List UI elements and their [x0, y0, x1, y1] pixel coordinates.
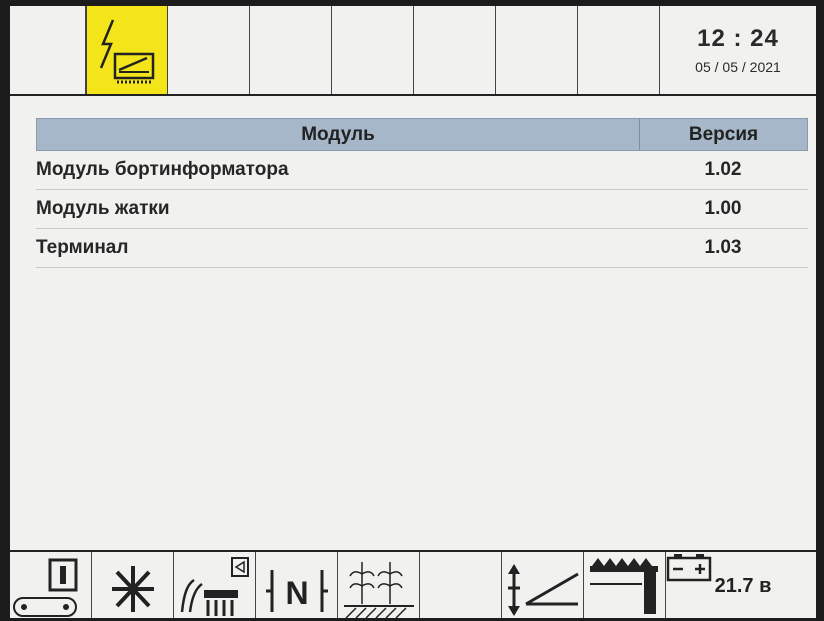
tab-empty-4[interactable]: [414, 6, 496, 94]
clock-time: 12 : 24: [697, 25, 779, 52]
grain-tank-icon: [180, 557, 249, 616]
battery-voltage: 21.7 в: [714, 574, 772, 597]
bottom-bar: N 21.7 в: [10, 550, 816, 618]
tab-empty-3[interactable]: [332, 6, 414, 94]
battery-icon: [666, 554, 712, 582]
module-version: 1.03: [704, 237, 742, 258]
module-name: Модуль бортинформатора: [36, 159, 289, 180]
fan-button[interactable]: [92, 552, 174, 618]
battery-status: 21.7 в: [666, 552, 816, 618]
column-header-module: Модуль: [37, 119, 640, 150]
table-row: Модуль жатки 1.00: [36, 190, 808, 229]
clock-date: 05 / 05 / 2021: [695, 59, 781, 75]
module-name: Модуль жатки: [36, 198, 170, 219]
header-height-icon: [508, 564, 579, 616]
module-version-table: Модуль Версия Модуль бортинформатора 1.0…: [36, 118, 808, 268]
footer-empty-button[interactable]: [420, 552, 502, 618]
clock: 12 : 24 05 / 05 / 2021: [660, 6, 816, 94]
crop-field-icon: [344, 562, 414, 618]
reel-button[interactable]: [584, 552, 666, 618]
tab-empty-5[interactable]: [496, 6, 578, 94]
module-name: Терминал: [36, 237, 129, 258]
conveyor-icon: [13, 558, 78, 617]
reel-icon: [590, 558, 658, 614]
top-bar: 12 : 24 05 / 05 / 2021: [10, 6, 816, 96]
neutral-gear-button[interactable]: N: [256, 552, 338, 618]
table-header: Модуль Версия: [36, 118, 808, 151]
table-row: Терминал 1.03: [36, 229, 808, 268]
power-header-icon: [99, 19, 155, 84]
neutral-gear-icon: N: [266, 570, 328, 612]
column-header-version: Версия: [688, 123, 759, 145]
fan-icon: [112, 566, 154, 612]
tab-empty-6[interactable]: [578, 6, 660, 94]
table-row: Модуль бортинформатора 1.02: [36, 151, 808, 190]
tab-empty-1[interactable]: [168, 6, 250, 94]
crop-field-button[interactable]: [338, 552, 420, 618]
tab-empty-2[interactable]: [250, 6, 332, 94]
top-bar-spacer: [10, 6, 86, 94]
header-height-button[interactable]: [502, 552, 584, 618]
conveyor-button[interactable]: [10, 552, 92, 618]
grain-tank-button[interactable]: [174, 552, 256, 618]
module-version: 1.00: [704, 198, 742, 219]
terminal-screen: 12 : 24 05 / 05 / 2021 Модуль Версия Мод…: [10, 6, 816, 618]
module-version: 1.02: [704, 159, 742, 180]
tab-power-header[interactable]: [86, 6, 168, 94]
svg-text:N: N: [285, 575, 308, 611]
